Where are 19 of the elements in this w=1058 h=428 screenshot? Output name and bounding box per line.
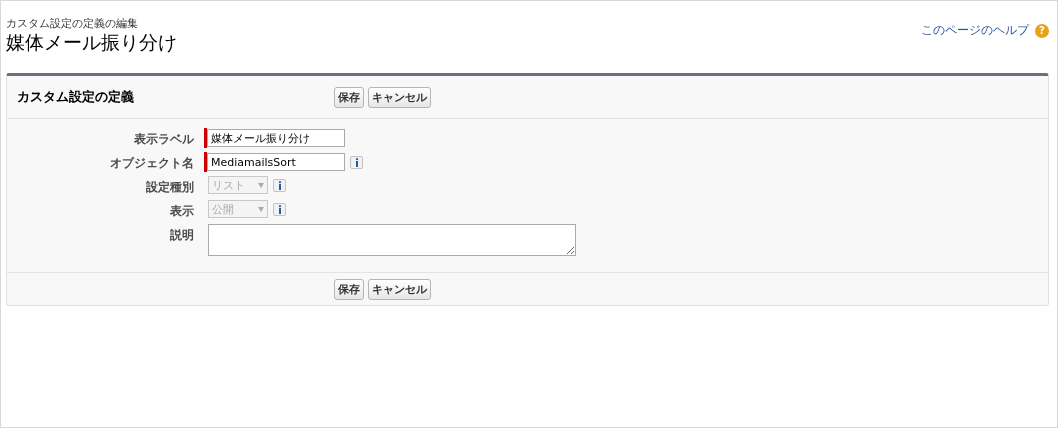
input-field[interactable]: MediamailsSort [207, 153, 345, 171]
caret-icon [258, 182, 264, 188]
field-label: 表示 [169, 203, 194, 220]
caret-icon [258, 206, 264, 212]
description-field[interactable] [208, 224, 576, 256]
cancel-button[interactable]: キャンセル [368, 278, 431, 300]
field-label: 設定種別 [145, 179, 194, 196]
field-label: オブジェクト名 [109, 155, 194, 172]
help-link[interactable]: このページのヘルプ [921, 22, 1029, 39]
panel-title: カスタム設定の定義 [16, 88, 135, 106]
field-label: 説明 [169, 227, 194, 244]
cancel-button[interactable]: キャンセル [368, 86, 431, 108]
page-title: 媒体メール振り分け [6, 30, 177, 54]
breadcrumb: カスタム設定の定義の編集 [6, 18, 139, 30]
save-button[interactable]: 保存 [334, 86, 364, 108]
save-button[interactable]: 保存 [334, 278, 364, 300]
input-field[interactable]: 媒体メール振り分け [207, 129, 345, 147]
info-icon[interactable] [350, 155, 363, 169]
field-label: 表示ラベル [133, 131, 194, 148]
